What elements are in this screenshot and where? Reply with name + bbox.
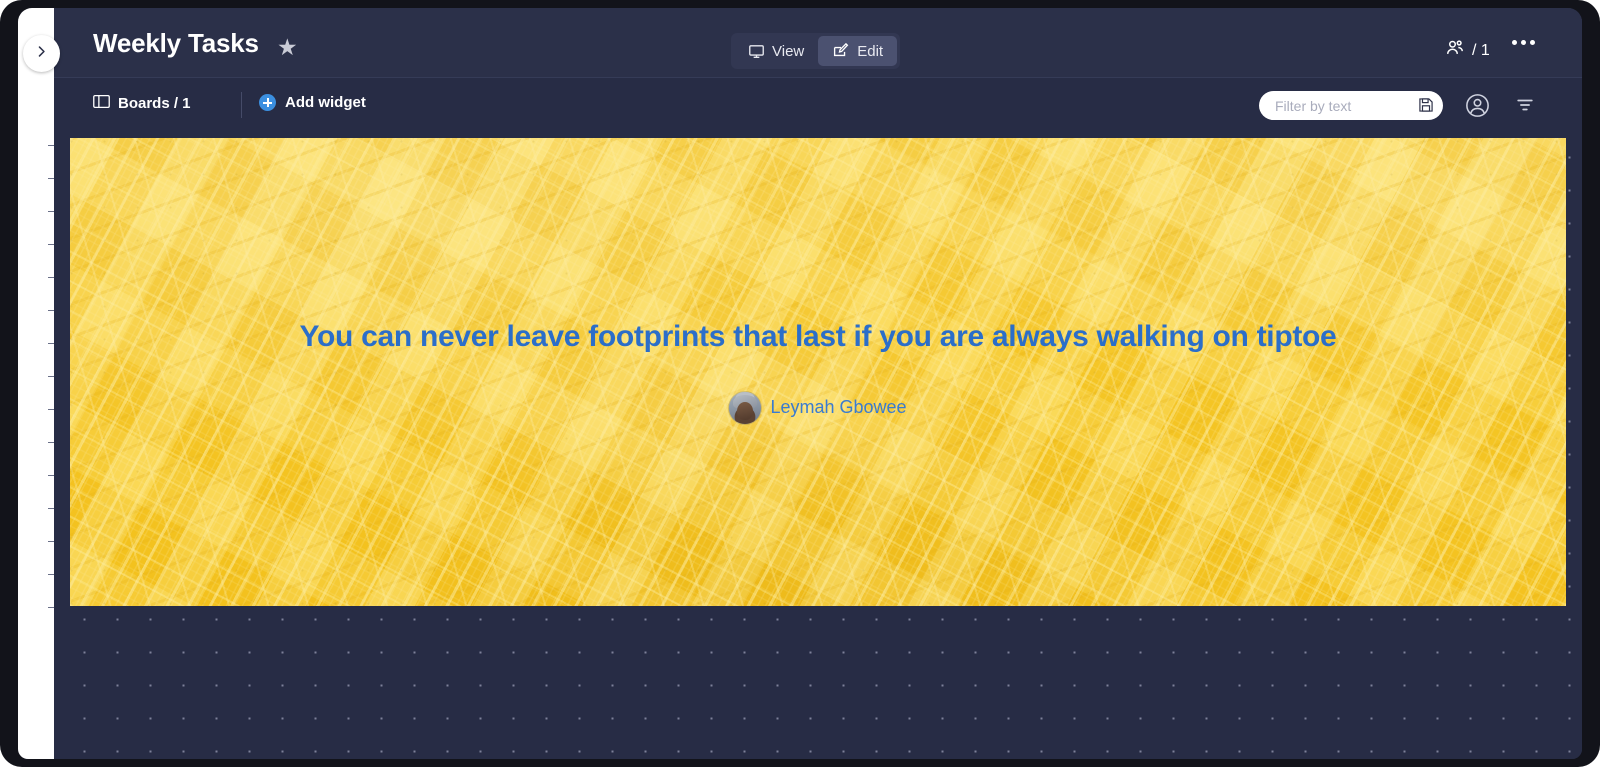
quote-attribution: Leymah Gbowee xyxy=(729,391,907,424)
canvas-edge-ticks xyxy=(18,133,54,759)
user-circle-icon[interactable] xyxy=(1465,93,1490,123)
add-widget-button[interactable]: Add widget xyxy=(259,94,366,111)
members-indicator[interactable]: / 1 xyxy=(1444,38,1490,63)
filter-field-wrapper[interactable] xyxy=(1259,91,1443,120)
tab-edit-label: Edit xyxy=(857,42,884,60)
author-name: Leymah Gbowee xyxy=(770,397,907,417)
app-frame: Weekly Tasks ★ View Edit / 1 Boards / 1 … xyxy=(0,0,1600,767)
monitor-icon xyxy=(748,43,765,60)
boards-label: Boards / 1 xyxy=(118,95,191,112)
page-title: Weekly Tasks xyxy=(93,28,259,58)
edit-pencil-icon xyxy=(832,42,850,60)
star-icon[interactable]: ★ xyxy=(277,36,298,59)
quote-text: You can never leave footprints that last… xyxy=(299,320,1337,353)
board-layout-icon xyxy=(93,94,110,113)
app-window: Weekly Tasks ★ View Edit / 1 Boards / 1 … xyxy=(18,8,1582,759)
save-floppy-icon[interactable] xyxy=(1418,97,1434,118)
members-count-label: / 1 xyxy=(1472,41,1490,59)
plus-circle-icon xyxy=(259,94,276,111)
board-canvas[interactable]: You can never leave footprints that last… xyxy=(54,133,1582,759)
search-input[interactable] xyxy=(1275,92,1420,119)
sidebar-toggle-button[interactable] xyxy=(23,35,60,72)
boards-selector[interactable]: Boards / 1 xyxy=(93,94,191,113)
avatar xyxy=(729,391,762,424)
main-area: Weekly Tasks ★ View Edit / 1 Boards / 1 … xyxy=(18,8,1582,759)
add-widget-label: Add widget xyxy=(285,94,366,111)
users-icon xyxy=(1444,38,1466,63)
filter-lines-icon[interactable] xyxy=(1515,95,1535,120)
tab-view-label: View xyxy=(772,42,805,60)
tab-view[interactable]: View xyxy=(734,36,818,66)
chevron-right-icon xyxy=(35,45,48,63)
board-header: Weekly Tasks ★ View Edit / 1 xyxy=(54,8,1582,78)
view-edit-toggle[interactable]: View Edit xyxy=(731,33,901,69)
quote-widget[interactable]: You can never leave footprints that last… xyxy=(70,138,1566,606)
ellipsis-horizontal-icon[interactable] xyxy=(1512,40,1535,45)
quote-content: You can never leave footprints that last… xyxy=(70,318,1566,429)
toolbar-divider xyxy=(241,92,242,118)
tab-edit[interactable]: Edit xyxy=(818,36,898,66)
board-toolbar: Boards / 1 Add widget xyxy=(54,78,1582,133)
